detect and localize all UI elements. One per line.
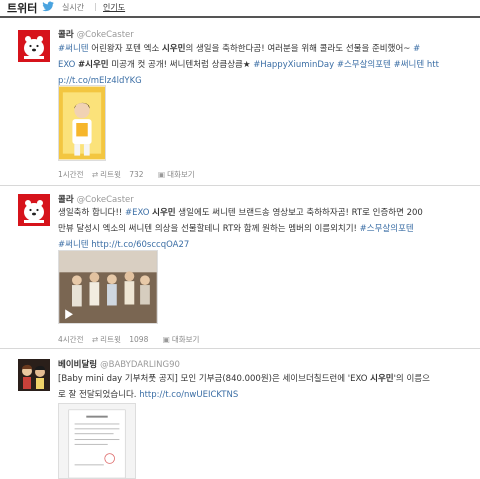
tweet-item: 베이비달링 @BABYDARLING90 [Baby mini day 기부처풋 … <box>0 349 480 479</box>
hashtag-link[interactable]: #써니텐 <box>58 240 89 250</box>
author-handle[interactable]: @CokeCaster <box>77 195 134 205</box>
tweet-text-segment: 미공개 컷 공개! 써니텐처럼 상큼상큼★ <box>108 60 254 70</box>
timeline-header: 트위터 실시간 | 인기도 <box>0 0 480 18</box>
tweet-text-line: [Baby mini day 기부처풋 공지] 모인 기부금(840.000원)… <box>58 371 468 387</box>
tweet-photo[interactable] <box>58 85 106 161</box>
tab-popular[interactable]: 인기도 <box>103 2 125 13</box>
hashtag-link[interactable]: #써니텐 <box>394 60 425 70</box>
hashtag-link[interactable]: # <box>413 44 420 54</box>
retweet-count: 1098 <box>129 335 149 344</box>
author-name[interactable]: 콜라 <box>58 30 74 40</box>
conversation-label: 대화보기 <box>167 170 195 179</box>
hashtag-link[interactable]: #스무살의포텐 <box>337 60 391 70</box>
tweet-author: 콜라 @CokeCaster <box>58 193 134 205</box>
tweet-text: #써니텐 어린왕자 포텐 엑소 시우민의 생일을 축하한다곰! 여러분을 위해 … <box>58 41 468 89</box>
tweet-text-segment: 어린왕자 포텐 엑소 <box>88 44 162 54</box>
hashtag-link[interactable]: #EXO <box>125 208 149 218</box>
retweet-label: 리트윗 <box>100 335 121 344</box>
retweet-count: 732 <box>129 170 144 179</box>
tweet-link[interactable]: http://t.co/nwUEICKTNS <box>139 390 238 400</box>
highlighted-keyword: 시우민 <box>152 208 176 218</box>
hashtag-link[interactable]: htt <box>427 60 439 70</box>
author-handle[interactable]: @BABYDARLING90 <box>100 360 180 370</box>
hashtag-link[interactable]: #스무살의포텐 <box>360 224 414 234</box>
tweet-text-segment: 생일에도 써니텐 브랜드송 영상보고 축하하자곰! RT로 인증하면 200 <box>175 208 423 218</box>
author-name[interactable]: 콜라 <box>58 195 74 205</box>
highlighted-keyword: 시우민 <box>161 44 186 54</box>
tweet-text-line: 만뷰 달성시 엑소의 써니텐 의상을 선물할테니 RT와 함께 원하는 멤버의 … <box>58 221 468 237</box>
tweet-text-segment: [Baby mini day 기부처풋 공지] 모인 기부금(840.000원)… <box>58 374 371 384</box>
tweet-text-segment: '의 이름으 <box>393 374 430 384</box>
tweet-author: 베이비달링 @BABYDARLING90 <box>58 358 180 370</box>
tweet-actions: 1시간전 ⇄ 리트윗 732 ▣ 대화보기 <box>58 169 207 180</box>
tab-separator: | <box>94 2 97 11</box>
retweet-icon: ⇄ <box>91 170 99 179</box>
tweet-text: [Baby mini day 기부처풋 공지] 모인 기부금(840.000원)… <box>58 371 468 403</box>
tweet-time[interactable]: 4시간전 <box>58 335 83 344</box>
header-title: 트위터 <box>7 2 38 15</box>
highlighted-keyword: #시우민 <box>78 60 109 70</box>
tweet-author: 콜라 @CokeCaster <box>58 28 134 40</box>
tweet-actions: 4시간전 ⇄ 리트윗 1098 ▣ 대화보기 <box>58 334 211 345</box>
tweet-time[interactable]: 1시간전 <box>58 170 83 179</box>
author-name[interactable]: 베이비달링 <box>58 360 97 370</box>
conversation-button[interactable]: ▣ 대화보기 <box>158 170 201 179</box>
tweet-text-segment: 만뷰 달성시 엑소의 써니텐 의상을 선물할테니 RT와 함께 원하는 멤버의 … <box>58 224 360 234</box>
hashtag-link[interactable]: EXO <box>58 60 75 70</box>
tweet-text: 생일축하 합니다!! #EXO 시우민 생일에도 써니텐 브랜드송 영상보고 축… <box>58 205 468 253</box>
retweet-label: 리트윗 <box>100 170 121 179</box>
author-handle[interactable]: @CokeCaster <box>77 30 134 40</box>
tweet-text-segment: 로 잘 전달되었습니다. <box>58 390 140 400</box>
tweet-text-line: 로 잘 전달되었습니다. http://t.co/nwUEICKTNS <box>58 387 468 403</box>
hashtag-link[interactable]: #써니텐 <box>58 44 89 54</box>
user-avatar[interactable] <box>18 359 50 391</box>
hashtag-link[interactable]: #HappyXiuminDay <box>253 60 334 70</box>
tweet-item: 콜라 @CokeCaster #써니텐 어린왕자 포텐 엑소 시우민의 생일을 축… <box>0 18 480 186</box>
speech-bubble-icon: ▣ <box>162 335 170 344</box>
coke-avatar[interactable] <box>18 30 50 62</box>
tweet-text-segment: 생일축하 합니다!! <box>58 208 125 218</box>
conversation-button[interactable]: ▣ 대화보기 <box>163 335 206 344</box>
tweet-link[interactable]: http://t.co/60sccqOA27 <box>91 240 189 250</box>
highlighted-keyword: 시우민 <box>370 374 394 384</box>
tweet-text-segment: 의 생일을 축하한다곰! 여러분을 위해 콜라도 선물을 준비했어~ <box>185 44 414 54</box>
tweet-text-line: 생일축하 합니다!! #EXO 시우민 생일에도 써니텐 브랜드송 영상보고 축… <box>58 205 468 221</box>
twitter-bird-icon <box>42 1 54 12</box>
tweet-video-thumbnail[interactable] <box>58 250 158 324</box>
retweet-button[interactable]: ⇄ 리트윗 732 <box>92 170 150 179</box>
tweet-document-image[interactable] <box>58 403 136 479</box>
tab-realtime[interactable]: 실시간 <box>62 2 84 13</box>
tweet-item: 콜라 @CokeCaster 생일축하 합니다!! #EXO 시우민 생일에도 써… <box>0 186 480 349</box>
tweet-text-line: #써니텐 어린왕자 포텐 엑소 시우민의 생일을 축하한다곰! 여러분을 위해 … <box>58 41 468 57</box>
retweet-icon: ⇄ <box>91 335 99 344</box>
speech-bubble-icon: ▣ <box>157 170 166 179</box>
tweet-text-line: p://t.co/mElz4ldYKG <box>58 73 468 89</box>
tweet-text-line: EXO #시우민 미공개 컷 공개! 써니텐처럼 상큼상큼★ #HappyXiu… <box>58 57 468 73</box>
conversation-label: 대화보기 <box>171 335 200 344</box>
retweet-button[interactable]: ⇄ 리트윗 1098 <box>92 335 154 344</box>
coke-avatar[interactable] <box>18 194 50 226</box>
